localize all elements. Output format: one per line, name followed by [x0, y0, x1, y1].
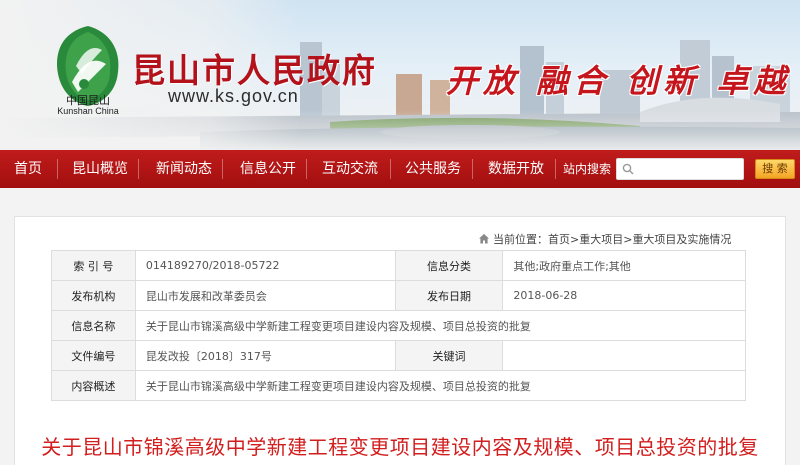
meta-key-publisher: 发布机构	[51, 280, 136, 311]
document-title: 关于昆山市锦溪高级中学新建工程变更项目建设内容及规模、项目总投资的批复	[41, 435, 759, 459]
meta-value-keywords	[502, 340, 746, 371]
search-icon	[622, 163, 634, 175]
table-row: 信息名称 关于昆山市锦溪高级中学新建工程变更项目建设内容及规模、项目总投资的批复	[51, 310, 747, 341]
document-meta-table: 索 引 号 014189270/2018-05722 信息分类 其他;政府重点工…	[51, 250, 747, 401]
nav-divider	[555, 159, 556, 179]
meta-key-index: 索 引 号	[51, 250, 136, 281]
meta-key-keywords: 关键词	[394, 340, 504, 371]
breadcrumb-prefix: 当前位置：	[493, 233, 548, 246]
site-title: 昆山市人民政府	[132, 51, 377, 90]
nav-divider	[306, 159, 307, 179]
meta-value-doc-number: 昆发改投〔2018〕317号	[134, 340, 396, 371]
nav-divider	[57, 159, 58, 179]
meta-key-date: 发布日期	[394, 280, 504, 311]
meta-key-name: 信息名称	[51, 310, 136, 341]
nav-public-service[interactable]: 公共服务	[405, 150, 461, 188]
meta-value-index: 014189270/2018-05722	[134, 250, 396, 281]
search-box	[616, 158, 744, 180]
table-row: 索 引 号 014189270/2018-05722 信息分类 其他;政府重点工…	[51, 250, 746, 281]
meta-value-date: 2018-06-28	[502, 280, 746, 311]
nav-divider	[222, 159, 223, 179]
breadcrumb-link-major-projects-status[interactable]: 重大项目及实施情况	[632, 231, 731, 247]
meta-value-category: 其他;政府重点工作;其他	[502, 250, 746, 281]
nav-overview[interactable]: 昆山概览	[72, 150, 128, 188]
breadcrumb-link-home[interactable]: 首页	[548, 231, 570, 247]
nav-info-disclosure[interactable]: 信息公开	[240, 150, 296, 188]
home-icon	[479, 234, 489, 244]
breadcrumb-separator: >	[623, 232, 633, 246]
table-row: 内容概述 关于昆山市锦溪高级中学新建工程变更项目建设内容及规模、项目总投资的批复	[51, 370, 747, 401]
nav-home[interactable]: 首页	[14, 150, 42, 188]
breadcrumb: 当前位置：首页>重大项目>重大项目及实施情况	[478, 231, 731, 247]
search-button[interactable]: 搜 索	[755, 159, 795, 179]
meta-value-publisher: 昆山市发展和改革委员会	[134, 280, 396, 311]
nav-divider	[390, 159, 391, 179]
breadcrumb-link-major-projects[interactable]: 重大项目	[579, 231, 623, 247]
meta-key-summary: 内容概述	[51, 370, 136, 401]
logo-english-text: Kunshan China	[57, 106, 119, 116]
nav-news[interactable]: 新闻动态	[156, 150, 212, 188]
meta-value-name: 关于昆山市锦溪高级中学新建工程变更项目建设内容及规模、项目总投资的批复	[134, 310, 747, 341]
search-label: 站内搜索	[563, 162, 612, 176]
search-input[interactable]	[637, 159, 741, 179]
slogan: 开放 融合 创新 卓越	[446, 62, 791, 100]
nav-divider	[138, 159, 139, 179]
nav-open-data[interactable]: 数据开放	[488, 150, 544, 188]
nav-interaction[interactable]: 互动交流	[322, 150, 378, 188]
nav-divider	[472, 159, 473, 179]
meta-key-doc-number: 文件编号	[51, 340, 136, 371]
site-url: www.ks.gov.cn	[168, 86, 299, 106]
table-row: 文件编号 昆发改投〔2018〕317号 关键词	[51, 340, 746, 371]
meta-value-summary: 关于昆山市锦溪高级中学新建工程变更项目建设内容及规模、项目总投资的批复	[134, 370, 747, 401]
table-row: 发布机构 昆山市发展和改革委员会 发布日期 2018-06-28	[51, 280, 746, 311]
breadcrumb-separator: >	[570, 232, 580, 246]
header-banner: 中国昆山 Kunshan China 昆山市人民政府 www.ks.gov.cn…	[0, 0, 800, 150]
meta-key-category: 信息分类	[394, 250, 504, 281]
